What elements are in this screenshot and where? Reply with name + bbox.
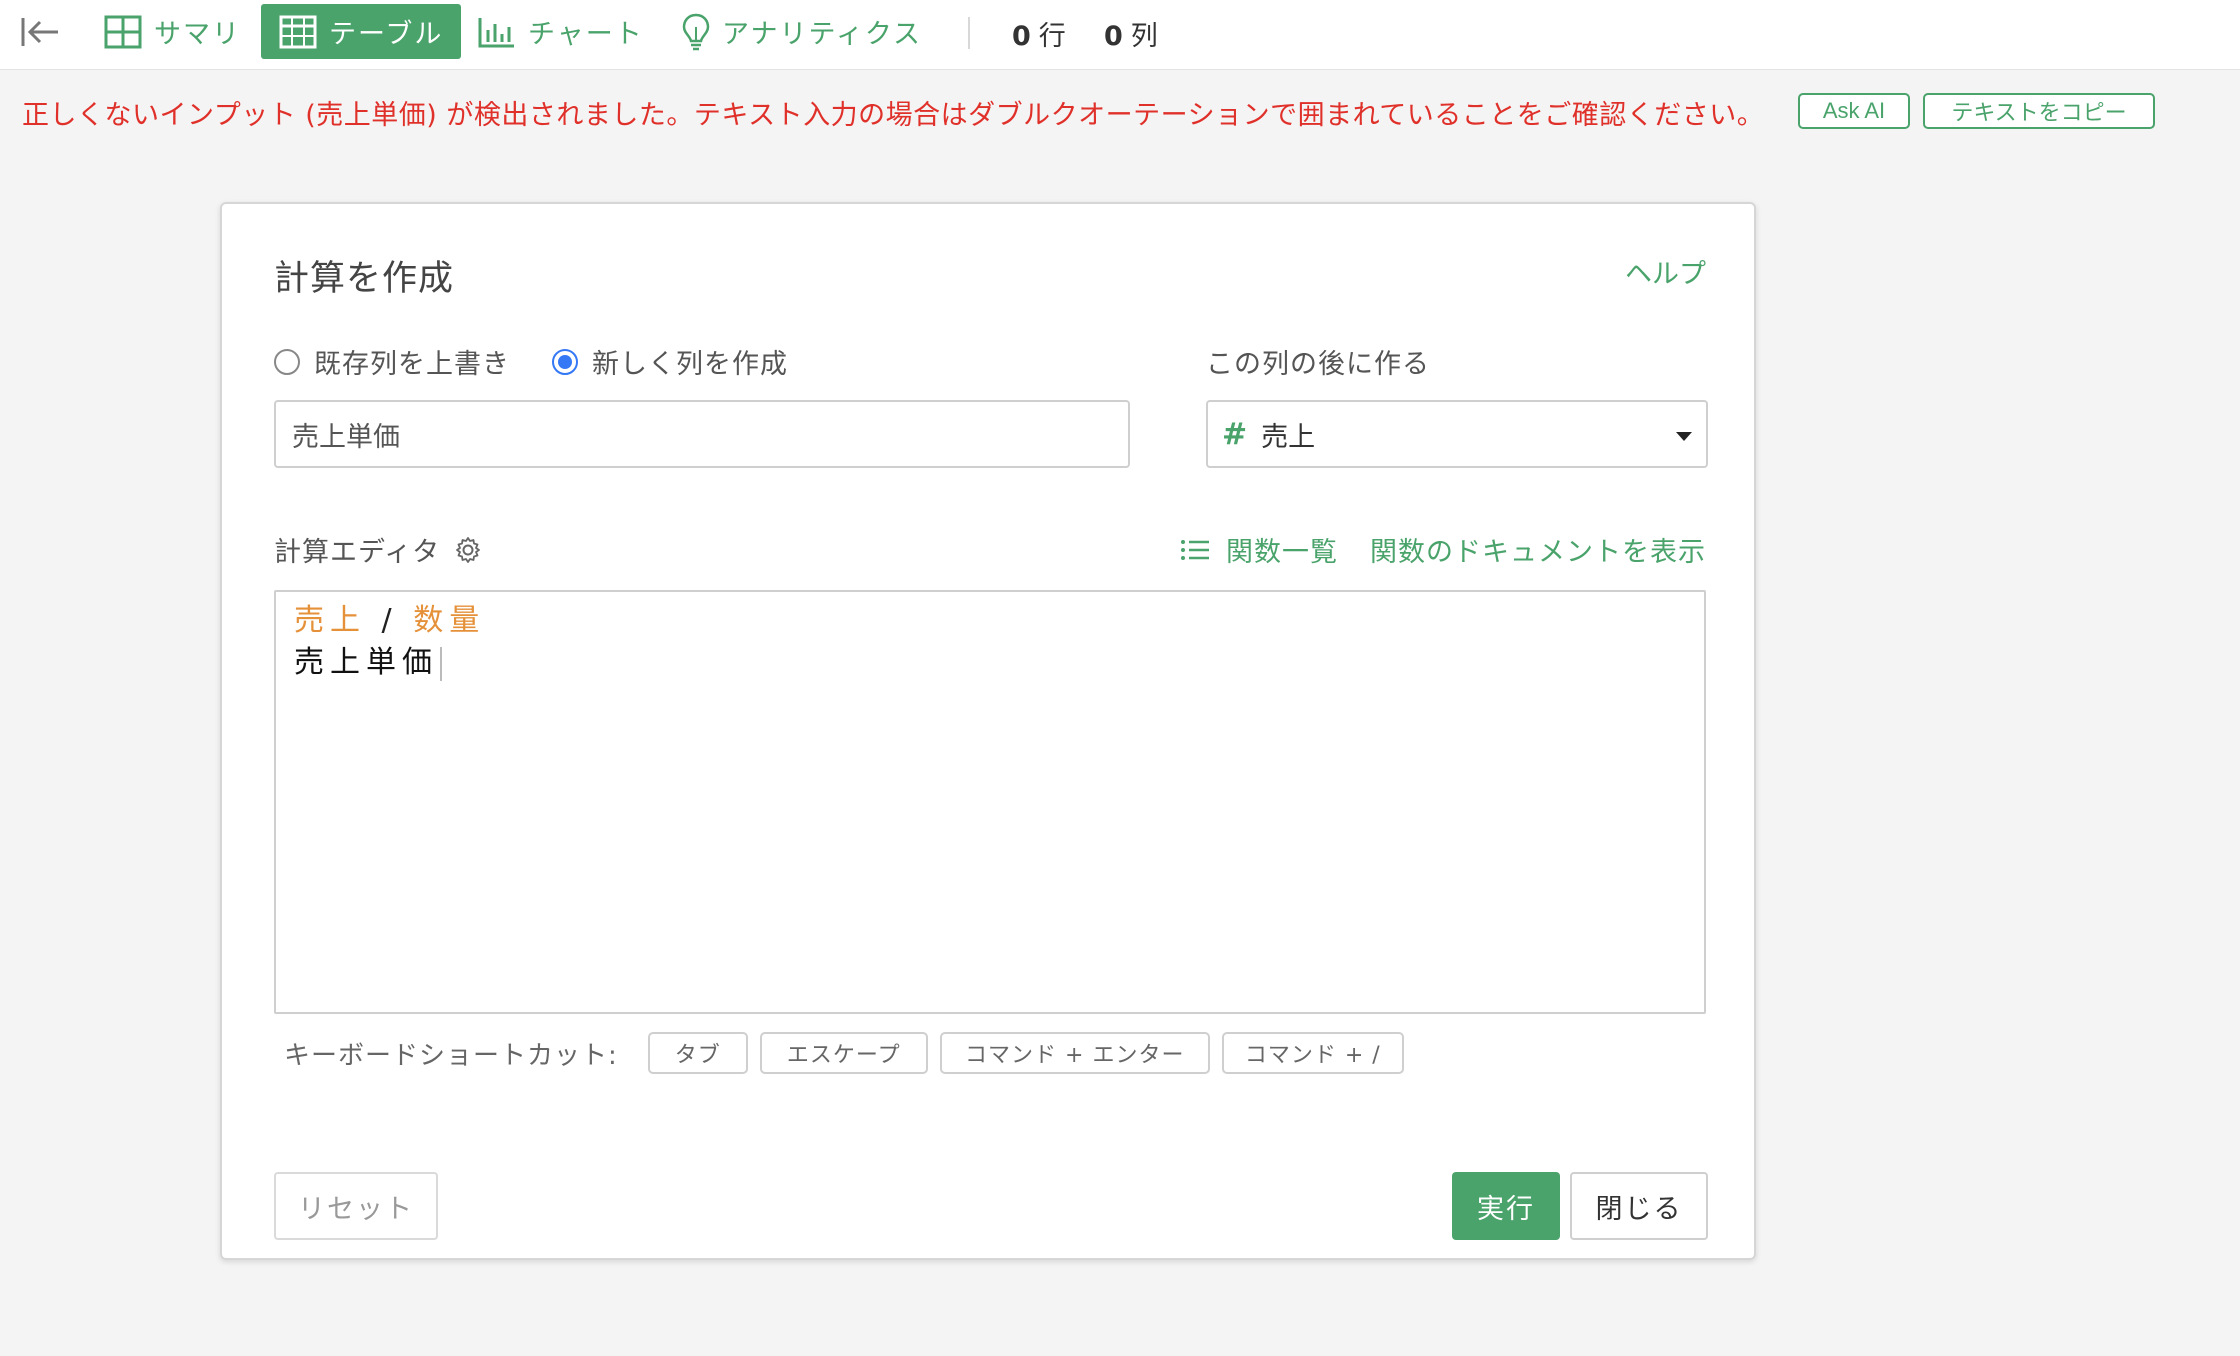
column-name-value: 売上単価 xyxy=(292,421,400,453)
function-links: 関数一覧 関数のドキュメントを表示 xyxy=(1180,530,1706,569)
tab-table[interactable]: テーブル xyxy=(261,4,462,59)
toolbar-divider xyxy=(968,17,970,49)
editor-line-2: 売上単価 xyxy=(294,642,1686,684)
after-column-value: 売上 xyxy=(1261,421,1316,453)
editor-label: 計算エディタ xyxy=(274,537,441,568)
operator-token: / xyxy=(381,603,398,638)
tab-chart-label: チャート xyxy=(528,19,644,50)
calculation-editor[interactable]: 売上 / 数量 売上単価 xyxy=(274,590,1706,1014)
tab-analytics-label: アナリティクス xyxy=(722,19,923,50)
help-link[interactable]: ヘルプ xyxy=(1625,252,1706,291)
collapse-left-icon[interactable] xyxy=(20,14,64,50)
table-icon xyxy=(279,15,317,48)
tab-table-label: テーブル xyxy=(329,19,444,50)
text-token: 売上単価 xyxy=(294,645,438,680)
function-docs-link[interactable]: 関数のドキュメントを表示 xyxy=(1370,530,1706,569)
editor-line-1: 売上 / 数量 xyxy=(294,600,1686,642)
lightbulb-icon xyxy=(682,13,710,50)
column-name-input[interactable]: 売上単価 xyxy=(274,400,1130,468)
create-calculation-dialog: 計算を作成 ヘルプ 既存列を上書き 新しく列を作成 この列の後に作る 売上単価 … xyxy=(220,202,1756,1260)
error-message: 正しくないインプット (売上単価) が検出されました。テキスト入力の場合はダブル… xyxy=(22,100,1765,131)
shortcut-escape[interactable]: エスケープ xyxy=(759,1032,928,1074)
row-count-unit: 行 xyxy=(1038,21,1066,52)
function-list-link[interactable]: 関数一覧 xyxy=(1180,530,1338,569)
shortcut-cmd-slash[interactable]: コマンド + / xyxy=(1221,1032,1404,1074)
dialog-title: 計算を作成 xyxy=(274,259,455,299)
list-icon xyxy=(1181,539,1209,560)
numeric-hash-icon: # xyxy=(1222,416,1248,452)
keyboard-shortcuts: キーボードショートカット: タブ エスケープ コマンド + エンター コマンド … xyxy=(284,1032,1404,1074)
radio-new-column-label[interactable]: 新しく列を作成 xyxy=(592,342,788,381)
radio-new-column[interactable] xyxy=(552,348,578,375)
column-ref-token: 売上 xyxy=(294,603,366,638)
editor-label-row: 計算エディタ xyxy=(274,530,482,569)
mode-radio-group: 既存列を上書き 新しく列を作成 xyxy=(274,342,830,381)
shortcut-tab[interactable]: タブ xyxy=(647,1032,748,1074)
after-column-select[interactable]: # 売上 xyxy=(1206,400,1708,468)
close-button[interactable]: 閉じる xyxy=(1570,1172,1708,1240)
after-column-label: この列の後に作る xyxy=(1206,349,1430,380)
top-toolbar: サマリ テーブル チャート アナリティクス 0行 0 列 xyxy=(0,0,2240,70)
column-count-value: 0 xyxy=(1104,21,1123,52)
chart-icon xyxy=(478,17,514,47)
radio-overwrite[interactable] xyxy=(274,348,300,375)
copy-text-button[interactable]: テキストをコピー xyxy=(1923,93,2155,129)
column-ref-token: 数量 xyxy=(413,603,486,638)
reset-button[interactable]: リセット xyxy=(274,1172,438,1240)
column-count-unit: 列 xyxy=(1130,21,1158,52)
tab-analytics[interactable]: アナリティクス xyxy=(664,4,940,59)
tab-chart[interactable]: チャート xyxy=(460,4,662,59)
caret-down-icon xyxy=(1676,432,1692,441)
function-list-label: 関数一覧 xyxy=(1226,537,1338,568)
text-cursor xyxy=(440,646,442,681)
tab-summary-label: サマリ xyxy=(154,19,241,50)
radio-overwrite-label[interactable]: 既存列を上書き xyxy=(314,342,510,381)
column-count: 0列 xyxy=(1104,14,1158,53)
row-count-value: 0 xyxy=(1012,21,1031,52)
function-docs-label: 関数のドキュメントを表示 xyxy=(1370,537,1706,568)
tab-summary[interactable]: サマリ xyxy=(86,4,259,59)
row-count: 0行 xyxy=(1012,14,1066,53)
shortcuts-label: キーボードショートカット: xyxy=(284,1040,618,1071)
run-button[interactable]: 実行 xyxy=(1452,1172,1560,1240)
gear-icon[interactable] xyxy=(454,536,482,564)
summary-grid-icon xyxy=(104,15,142,48)
shortcut-cmd-enter[interactable]: コマンド + エンター xyxy=(939,1032,1210,1074)
ask-ai-button[interactable]: Ask AI xyxy=(1798,93,1910,129)
